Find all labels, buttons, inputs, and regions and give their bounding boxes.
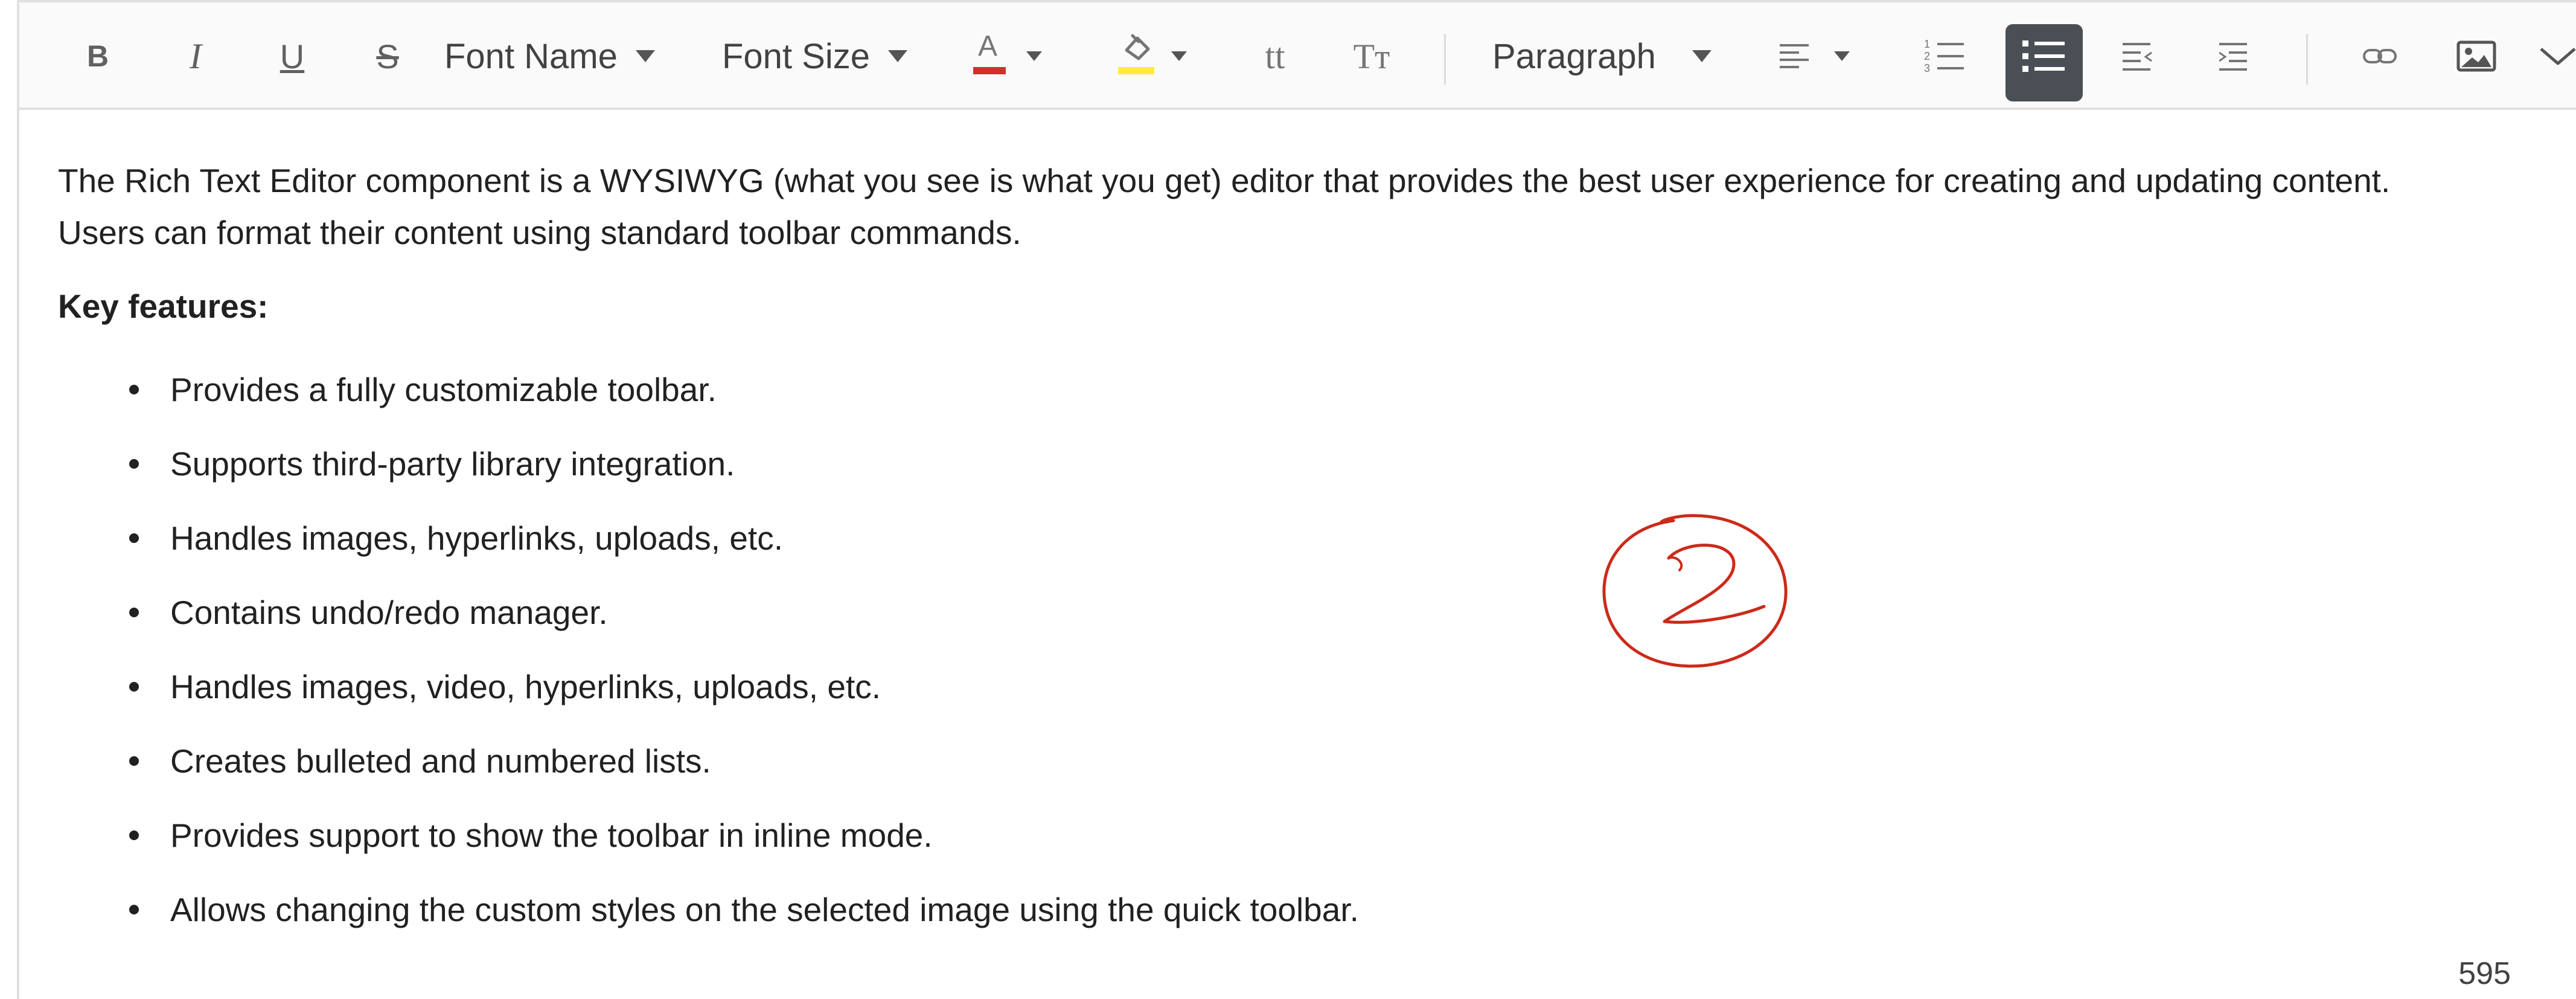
toolbar-separator: [2306, 34, 2308, 85]
chevron-down-icon: [1026, 51, 1042, 61]
link-icon: [2363, 49, 2397, 63]
format-label: Paragraph: [1492, 36, 1656, 76]
expand-toolbar-button[interactable]: [2531, 2, 2576, 110]
italic-button[interactable]: I: [153, 2, 238, 110]
font-name-dropdown[interactable]: Font Name: [442, 2, 695, 110]
chevron-down-icon: [635, 50, 655, 62]
indent-button[interactable]: [2199, 2, 2271, 110]
bullet: [129, 533, 139, 543]
svg-text:1: 1: [1924, 38, 1930, 50]
chevron-down-icon: [2540, 48, 2576, 65]
font-color-icon: A: [973, 26, 1009, 86]
ordered-list-button[interactable]: 1 2 3: [1909, 2, 1981, 110]
italic-icon: I: [190, 36, 202, 76]
paragraph-format-dropdown[interactable]: Paragraph: [1474, 2, 1734, 110]
unordered-list-button[interactable]: [2006, 2, 2083, 110]
bullet: [129, 385, 139, 394]
background-color-button[interactable]: [1106, 2, 1221, 110]
paint-bucket-icon: [1118, 26, 1157, 86]
outdent-icon: [2123, 43, 2152, 71]
font-size-dropdown[interactable]: Font Size: [720, 2, 949, 110]
character-count: 595: [2458, 956, 2511, 991]
handwritten-annotation: [1602, 514, 1788, 668]
unordered-list-icon: [2022, 40, 2065, 72]
editor-toolbar: B I U S Font Name Font Size A tt Tт Para…: [19, 2, 2576, 110]
bold-button[interactable]: B: [56, 2, 140, 110]
intro-paragraph-line-1: The Rich Text Editor component is a WYSI…: [58, 162, 2391, 199]
font-size-label: Font Size: [722, 36, 870, 76]
ordered-list-icon: 1 2 3: [1924, 38, 1964, 74]
lowercase-button[interactable]: tt: [1233, 2, 1317, 110]
insert-image-button[interactable]: [2434, 2, 2519, 110]
svg-text:3: 3: [1924, 62, 1930, 74]
bullet: [129, 905, 139, 914]
image-icon: [2456, 40, 2496, 72]
chevron-down-icon: [1171, 51, 1187, 61]
bullet: [129, 756, 139, 766]
intro-paragraph-line-2: Users can format their content using sta…: [58, 214, 1021, 251]
alignments-dropdown[interactable]: [1764, 2, 1873, 110]
insert-link-button[interactable]: [2338, 2, 2422, 110]
align-left-icon: [1780, 44, 1809, 68]
bullet: [129, 682, 139, 692]
bullet: [129, 459, 139, 469]
indent-icon: [2219, 43, 2247, 71]
key-features-heading: Key features:: [58, 287, 269, 325]
underline-button[interactable]: U: [250, 2, 334, 110]
uppercase-button[interactable]: Tт: [1329, 2, 1414, 110]
bullet: [129, 608, 139, 617]
outdent-button[interactable]: [2102, 2, 2175, 110]
bullet: [129, 830, 139, 840]
font-name-label: Font Name: [444, 36, 618, 76]
strikethrough-button[interactable]: S: [345, 2, 430, 110]
lowercase-icon: tt: [1265, 36, 1285, 76]
strikethrough-icon: S: [376, 37, 399, 75]
chevron-down-icon: [888, 50, 907, 62]
toolbar-separator: [1444, 34, 1446, 85]
uppercase-icon: Tт: [1353, 36, 1390, 76]
bold-icon: B: [86, 39, 109, 73]
chevron-down-icon: [1834, 51, 1850, 61]
rich-text-editor: B I U S Font Name Font Size A tt Tт Para…: [17, 0, 2576, 999]
svg-text:2: 2: [1924, 50, 1930, 62]
underline-icon: U: [280, 37, 305, 75]
font-color-button[interactable]: A: [961, 2, 1076, 110]
chevron-down-icon: [1692, 50, 1711, 62]
